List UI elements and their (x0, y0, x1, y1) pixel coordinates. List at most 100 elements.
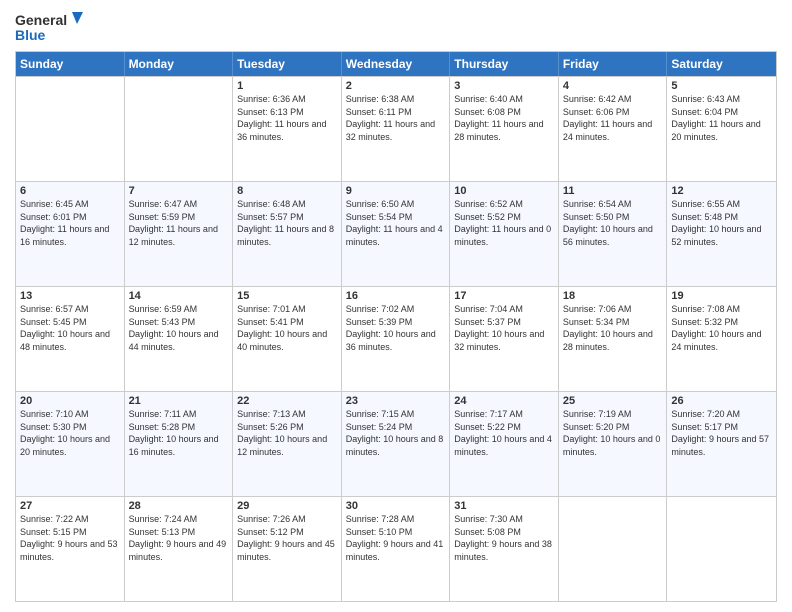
cell-detail: Sunrise: 6:55 AM Sunset: 5:48 PM Dayligh… (671, 198, 772, 248)
cal-row-3: 20Sunrise: 7:10 AM Sunset: 5:30 PM Dayli… (16, 391, 776, 496)
cal-cell: 8Sunrise: 6:48 AM Sunset: 5:57 PM Daylig… (233, 182, 342, 286)
day-number: 22 (237, 395, 337, 407)
cal-cell: 6Sunrise: 6:45 AM Sunset: 6:01 PM Daylig… (16, 182, 125, 286)
day-number: 30 (346, 500, 446, 512)
cal-row-2: 13Sunrise: 6:57 AM Sunset: 5:45 PM Dayli… (16, 286, 776, 391)
day-number: 18 (563, 290, 663, 302)
cell-detail: Sunrise: 6:42 AM Sunset: 6:06 PM Dayligh… (563, 93, 663, 143)
cal-cell: 19Sunrise: 7:08 AM Sunset: 5:32 PM Dayli… (667, 287, 776, 391)
day-number: 6 (20, 185, 120, 197)
cell-detail: Sunrise: 7:08 AM Sunset: 5:32 PM Dayligh… (671, 303, 772, 353)
cal-cell: 22Sunrise: 7:13 AM Sunset: 5:26 PM Dayli… (233, 392, 342, 496)
logo: GeneralBlue (15, 10, 95, 45)
day-number: 12 (671, 185, 772, 197)
day-number: 1 (237, 80, 337, 92)
cal-cell: 23Sunrise: 7:15 AM Sunset: 5:24 PM Dayli… (342, 392, 451, 496)
day-number: 16 (346, 290, 446, 302)
cal-cell: 26Sunrise: 7:20 AM Sunset: 5:17 PM Dayli… (667, 392, 776, 496)
cal-cell: 30Sunrise: 7:28 AM Sunset: 5:10 PM Dayli… (342, 497, 451, 601)
cell-detail: Sunrise: 7:11 AM Sunset: 5:28 PM Dayligh… (129, 408, 229, 458)
cal-cell: 29Sunrise: 7:26 AM Sunset: 5:12 PM Dayli… (233, 497, 342, 601)
header-cell-saturday: Saturday (667, 52, 776, 76)
cell-detail: Sunrise: 6:48 AM Sunset: 5:57 PM Dayligh… (237, 198, 337, 248)
cell-detail: Sunrise: 7:19 AM Sunset: 5:20 PM Dayligh… (563, 408, 663, 458)
cal-cell: 24Sunrise: 7:17 AM Sunset: 5:22 PM Dayli… (450, 392, 559, 496)
header-cell-thursday: Thursday (450, 52, 559, 76)
calendar: SundayMondayTuesdayWednesdayThursdayFrid… (15, 51, 777, 602)
day-number: 19 (671, 290, 772, 302)
svg-text:Blue: Blue (15, 27, 46, 43)
calendar-header-row: SundayMondayTuesdayWednesdayThursdayFrid… (16, 52, 776, 76)
day-number: 31 (454, 500, 554, 512)
day-number: 3 (454, 80, 554, 92)
cell-detail: Sunrise: 7:15 AM Sunset: 5:24 PM Dayligh… (346, 408, 446, 458)
cal-cell: 27Sunrise: 7:22 AM Sunset: 5:15 PM Dayli… (16, 497, 125, 601)
cal-cell: 10Sunrise: 6:52 AM Sunset: 5:52 PM Dayli… (450, 182, 559, 286)
day-number: 20 (20, 395, 120, 407)
day-number: 25 (563, 395, 663, 407)
day-number: 7 (129, 185, 229, 197)
cal-row-1: 6Sunrise: 6:45 AM Sunset: 6:01 PM Daylig… (16, 181, 776, 286)
day-number: 4 (563, 80, 663, 92)
cell-detail: Sunrise: 6:50 AM Sunset: 5:54 PM Dayligh… (346, 198, 446, 248)
day-number: 21 (129, 395, 229, 407)
cal-cell (667, 497, 776, 601)
header: GeneralBlue (15, 10, 777, 45)
cal-cell: 25Sunrise: 7:19 AM Sunset: 5:20 PM Dayli… (559, 392, 668, 496)
day-number: 13 (20, 290, 120, 302)
day-number: 26 (671, 395, 772, 407)
cell-detail: Sunrise: 7:30 AM Sunset: 5:08 PM Dayligh… (454, 513, 554, 563)
cell-detail: Sunrise: 6:45 AM Sunset: 6:01 PM Dayligh… (20, 198, 120, 248)
cell-detail: Sunrise: 7:22 AM Sunset: 5:15 PM Dayligh… (20, 513, 120, 563)
cal-cell: 12Sunrise: 6:55 AM Sunset: 5:48 PM Dayli… (667, 182, 776, 286)
header-cell-sunday: Sunday (16, 52, 125, 76)
cell-detail: Sunrise: 7:04 AM Sunset: 5:37 PM Dayligh… (454, 303, 554, 353)
cal-cell: 9Sunrise: 6:50 AM Sunset: 5:54 PM Daylig… (342, 182, 451, 286)
cell-detail: Sunrise: 6:43 AM Sunset: 6:04 PM Dayligh… (671, 93, 772, 143)
cell-detail: Sunrise: 6:52 AM Sunset: 5:52 PM Dayligh… (454, 198, 554, 248)
day-number: 9 (346, 185, 446, 197)
day-number: 23 (346, 395, 446, 407)
header-cell-friday: Friday (559, 52, 668, 76)
cal-cell: 17Sunrise: 7:04 AM Sunset: 5:37 PM Dayli… (450, 287, 559, 391)
cal-row-4: 27Sunrise: 7:22 AM Sunset: 5:15 PM Dayli… (16, 496, 776, 601)
cal-cell: 7Sunrise: 6:47 AM Sunset: 5:59 PM Daylig… (125, 182, 234, 286)
cell-detail: Sunrise: 6:57 AM Sunset: 5:45 PM Dayligh… (20, 303, 120, 353)
day-number: 14 (129, 290, 229, 302)
day-number: 24 (454, 395, 554, 407)
cal-cell: 21Sunrise: 7:11 AM Sunset: 5:28 PM Dayli… (125, 392, 234, 496)
cell-detail: Sunrise: 7:17 AM Sunset: 5:22 PM Dayligh… (454, 408, 554, 458)
day-number: 8 (237, 185, 337, 197)
cal-cell: 14Sunrise: 6:59 AM Sunset: 5:43 PM Dayli… (125, 287, 234, 391)
cal-cell: 2Sunrise: 6:38 AM Sunset: 6:11 PM Daylig… (342, 77, 451, 181)
day-number: 5 (671, 80, 772, 92)
day-number: 29 (237, 500, 337, 512)
cell-detail: Sunrise: 6:36 AM Sunset: 6:13 PM Dayligh… (237, 93, 337, 143)
cal-cell: 20Sunrise: 7:10 AM Sunset: 5:30 PM Dayli… (16, 392, 125, 496)
cal-cell: 3Sunrise: 6:40 AM Sunset: 6:08 PM Daylig… (450, 77, 559, 181)
cal-cell: 15Sunrise: 7:01 AM Sunset: 5:41 PM Dayli… (233, 287, 342, 391)
logo-svg: GeneralBlue (15, 10, 95, 45)
day-number: 2 (346, 80, 446, 92)
cell-detail: Sunrise: 7:28 AM Sunset: 5:10 PM Dayligh… (346, 513, 446, 563)
cal-cell: 5Sunrise: 6:43 AM Sunset: 6:04 PM Daylig… (667, 77, 776, 181)
day-number: 28 (129, 500, 229, 512)
cell-detail: Sunrise: 7:06 AM Sunset: 5:34 PM Dayligh… (563, 303, 663, 353)
cell-detail: Sunrise: 7:24 AM Sunset: 5:13 PM Dayligh… (129, 513, 229, 563)
svg-text:General: General (15, 12, 67, 28)
cell-detail: Sunrise: 7:26 AM Sunset: 5:12 PM Dayligh… (237, 513, 337, 563)
cell-detail: Sunrise: 7:01 AM Sunset: 5:41 PM Dayligh… (237, 303, 337, 353)
cal-cell: 18Sunrise: 7:06 AM Sunset: 5:34 PM Dayli… (559, 287, 668, 391)
cell-detail: Sunrise: 6:40 AM Sunset: 6:08 PM Dayligh… (454, 93, 554, 143)
cal-cell (559, 497, 668, 601)
cal-cell: 28Sunrise: 7:24 AM Sunset: 5:13 PM Dayli… (125, 497, 234, 601)
cell-detail: Sunrise: 6:59 AM Sunset: 5:43 PM Dayligh… (129, 303, 229, 353)
day-number: 27 (20, 500, 120, 512)
cal-cell: 1Sunrise: 6:36 AM Sunset: 6:13 PM Daylig… (233, 77, 342, 181)
cal-cell (16, 77, 125, 181)
calendar-body: 1Sunrise: 6:36 AM Sunset: 6:13 PM Daylig… (16, 76, 776, 601)
cal-row-0: 1Sunrise: 6:36 AM Sunset: 6:13 PM Daylig… (16, 76, 776, 181)
cal-cell: 31Sunrise: 7:30 AM Sunset: 5:08 PM Dayli… (450, 497, 559, 601)
cell-detail: Sunrise: 6:54 AM Sunset: 5:50 PM Dayligh… (563, 198, 663, 248)
header-cell-wednesday: Wednesday (342, 52, 451, 76)
